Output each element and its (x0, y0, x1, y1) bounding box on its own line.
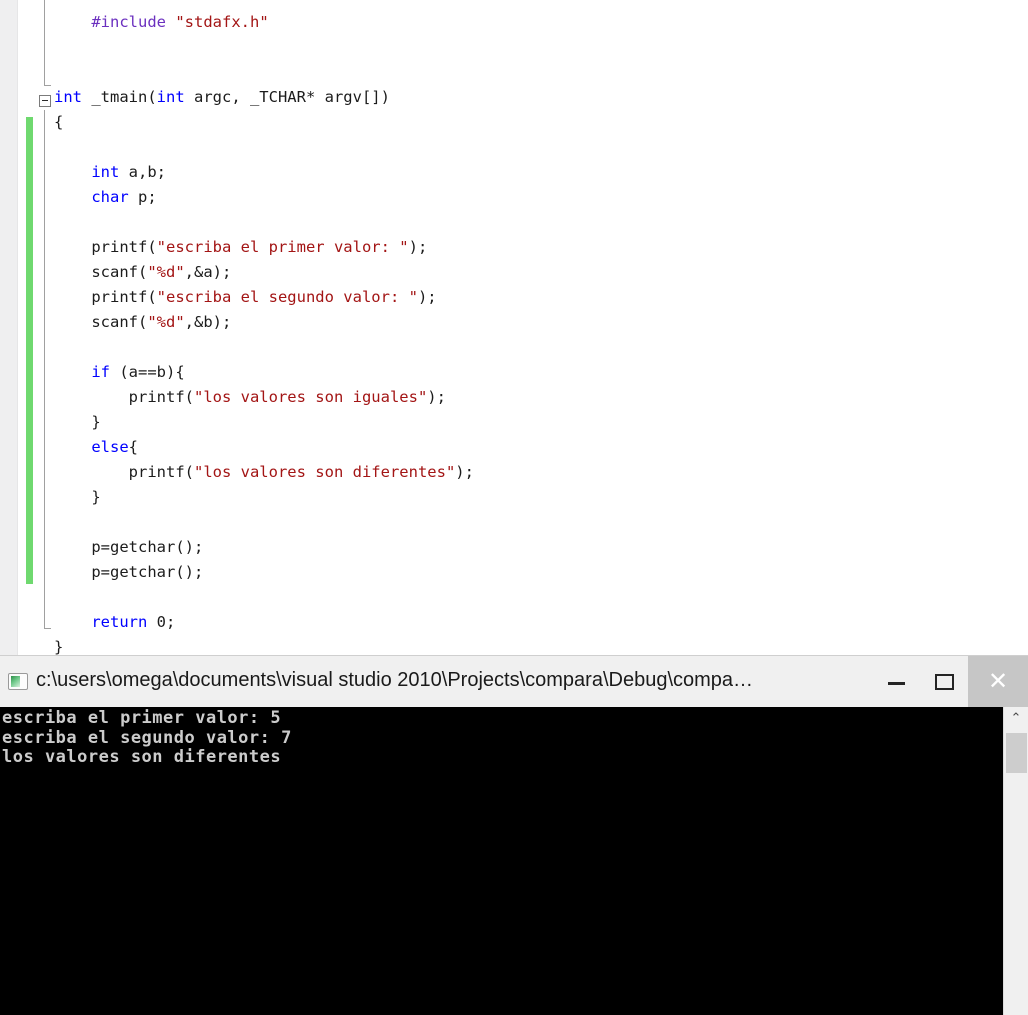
code-token-pl: } (54, 638, 64, 655)
code-token-kw: return (91, 613, 148, 631)
console-window-icon (8, 673, 28, 690)
code-token-pl: printf( (128, 463, 194, 481)
code-token-pl: scanf( (91, 263, 148, 281)
code-token-pl: argc, _TCHAR* argv[]) (184, 88, 390, 106)
editor-indicator-margin (0, 0, 18, 655)
scrollbar-thumb[interactable] (1006, 733, 1027, 773)
code-line: printf("escriba el segundo valor: "); (54, 285, 474, 310)
console-icon-glyph (11, 676, 20, 687)
code-token-pl: ,&a); (184, 263, 232, 281)
code-token-pl: p=getchar(); (91, 538, 204, 556)
code-token-pl: a,b; (119, 163, 166, 181)
code-token-str: "%d" (147, 313, 185, 331)
code-token-pl: printf( (91, 288, 157, 306)
code-token-str: "los valores son iguales" (193, 388, 428, 406)
code-token-pl: printf( (128, 388, 194, 406)
code-token-kw: else (91, 438, 129, 456)
close-button[interactable]: ✕ (968, 656, 1028, 708)
minimize-icon (888, 682, 905, 685)
code-token-kw: int (156, 88, 185, 106)
code-token-pl: { (54, 113, 64, 131)
code-token-pp: #include (91, 13, 166, 31)
code-token-pl: { (128, 438, 138, 456)
code-token-kw: if (91, 363, 110, 381)
code-token-pl: scanf( (91, 313, 148, 331)
code-token-pl: ); (455, 463, 474, 481)
code-line: int _tmain(int argc, _TCHAR* argv[]) (54, 85, 474, 110)
code-token-str: "stdafx.h" (175, 13, 269, 31)
code-token-pl: 0; (147, 613, 176, 631)
code-line: scanf("%d",&a); (54, 260, 474, 285)
saved-changes-bar (26, 117, 33, 584)
console-output-line: los valores son diferentes (2, 747, 282, 767)
code-line: printf("los valores son iguales"); (54, 385, 474, 410)
code-line: #include "stdafx.h" (54, 10, 474, 35)
console-output-area[interactable]: escriba el primer valor: 5 escriba el seg… (0, 707, 1003, 1015)
code-token-pl: ); (408, 238, 428, 256)
maximize-button[interactable] (920, 656, 968, 708)
outline-hook-include (44, 85, 51, 86)
code-token-pl: _tmain( (82, 88, 157, 106)
code-token-pl: p; (128, 188, 157, 206)
close-icon: ✕ (987, 668, 1009, 695)
code-token-kw: char (91, 188, 129, 206)
code-token-pl: ); (427, 388, 446, 406)
code-token-pl: ); (417, 288, 437, 306)
console-titlebar[interactable]: c:\users\omega\documents\visual studio 2… (0, 655, 1028, 708)
code-line: { (54, 110, 474, 135)
code-line: } (54, 485, 474, 510)
code-token-pl: ,&b); (184, 313, 232, 331)
code-line: int a,b; (54, 160, 474, 185)
code-line: scanf("%d",&b); (54, 310, 474, 335)
code-line: if (a==b){ (54, 360, 474, 385)
minimize-button[interactable] (872, 656, 920, 708)
code-token-pl: } (91, 488, 101, 506)
outline-guide-include (44, 0, 45, 85)
code-token-pl: p=getchar(); (91, 563, 204, 581)
console-scrollbar[interactable]: ⌃ (1003, 707, 1028, 1015)
console-output-line: escriba el segundo valor: 7 (2, 727, 292, 748)
code-line: else{ (54, 435, 474, 460)
collapse-toggle-tmain[interactable] (39, 95, 51, 107)
code-line: return 0; (54, 610, 474, 635)
code-token-str: "%d" (147, 263, 185, 281)
maximize-icon (935, 674, 954, 690)
code-line: printf("los valores son diferentes"); (54, 460, 474, 485)
code-token-str: "los valores son diferentes" (193, 463, 456, 481)
code-line: printf("escriba el primer valor: "); (54, 235, 474, 260)
code-token-str: "escriba el segundo valor: " (156, 288, 418, 306)
code-token-str: "escriba el primer valor: " (156, 238, 409, 256)
code-token-pl: printf( (91, 238, 157, 256)
code-token-kw: int (54, 88, 82, 106)
outline-guide-tmain (44, 110, 45, 628)
code-line: p=getchar(); (54, 535, 474, 560)
scroll-up-arrow-icon[interactable]: ⌃ (1004, 707, 1028, 731)
outline-hook-tmain (44, 628, 51, 629)
code-editor[interactable]: #include "stdafx.h" int _tmain(int argc,… (0, 0, 1028, 655)
code-line: } (54, 410, 474, 435)
source-code-text[interactable]: #include "stdafx.h" int _tmain(int argc,… (54, 10, 474, 655)
code-token-pl: (a==b){ (110, 363, 185, 381)
console-output-text: escriba el primer valor: 5 escriba el seg… (2, 708, 292, 768)
code-line: } (54, 635, 474, 655)
console-output-line: escriba el primer valor: 5 (2, 708, 282, 728)
code-line: p=getchar(); (54, 560, 474, 585)
code-token-pl: } (91, 413, 101, 431)
code-token-kw: int (91, 163, 120, 181)
console-window-title: c:\users\omega\documents\visual studio 2… (36, 669, 754, 691)
console-window[interactable]: c:\users\omega\documents\visual studio 2… (0, 655, 1028, 1015)
code-line: char p; (54, 185, 474, 210)
